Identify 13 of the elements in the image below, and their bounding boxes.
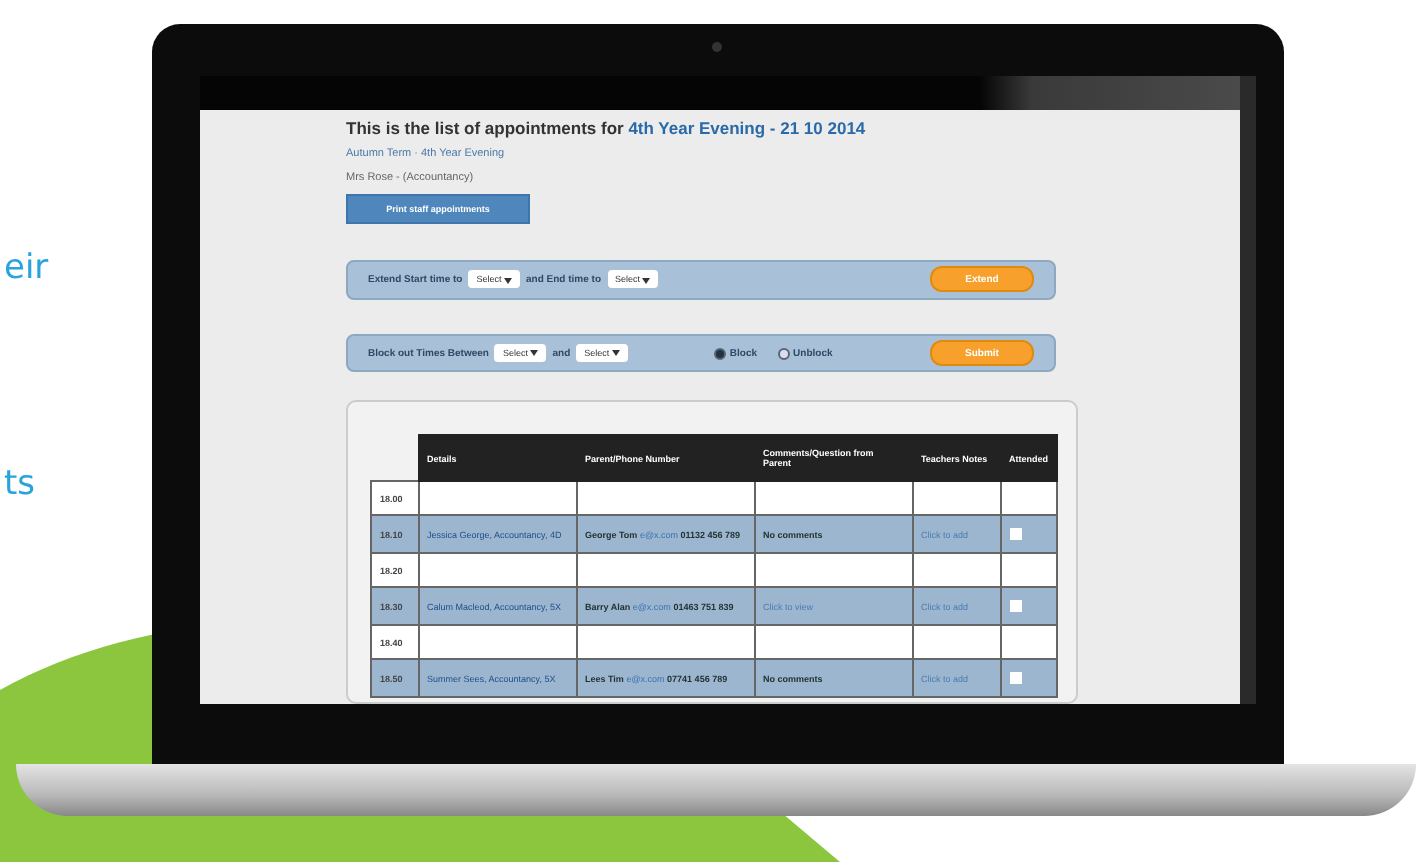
attended-checkbox[interactable]	[1009, 599, 1021, 612]
attended-checkbox[interactable]	[1009, 527, 1021, 540]
caret-icon	[642, 277, 651, 284]
attended-checkbox[interactable]	[1009, 671, 1021, 684]
radio-button[interactable]	[777, 347, 790, 360]
heading-fragment: eir	[4, 248, 49, 288]
radio-button[interactable]	[713, 347, 726, 360]
caret-icon	[611, 350, 620, 357]
caret-icon	[530, 350, 539, 357]
heading-fragment: ts	[4, 464, 36, 504]
page-title: This is the list of appointments for 4th Year Evening - 21 10 2014	[346, 118, 866, 138]
camera-icon	[712, 42, 722, 52]
caret-icon	[504, 277, 512, 284]
